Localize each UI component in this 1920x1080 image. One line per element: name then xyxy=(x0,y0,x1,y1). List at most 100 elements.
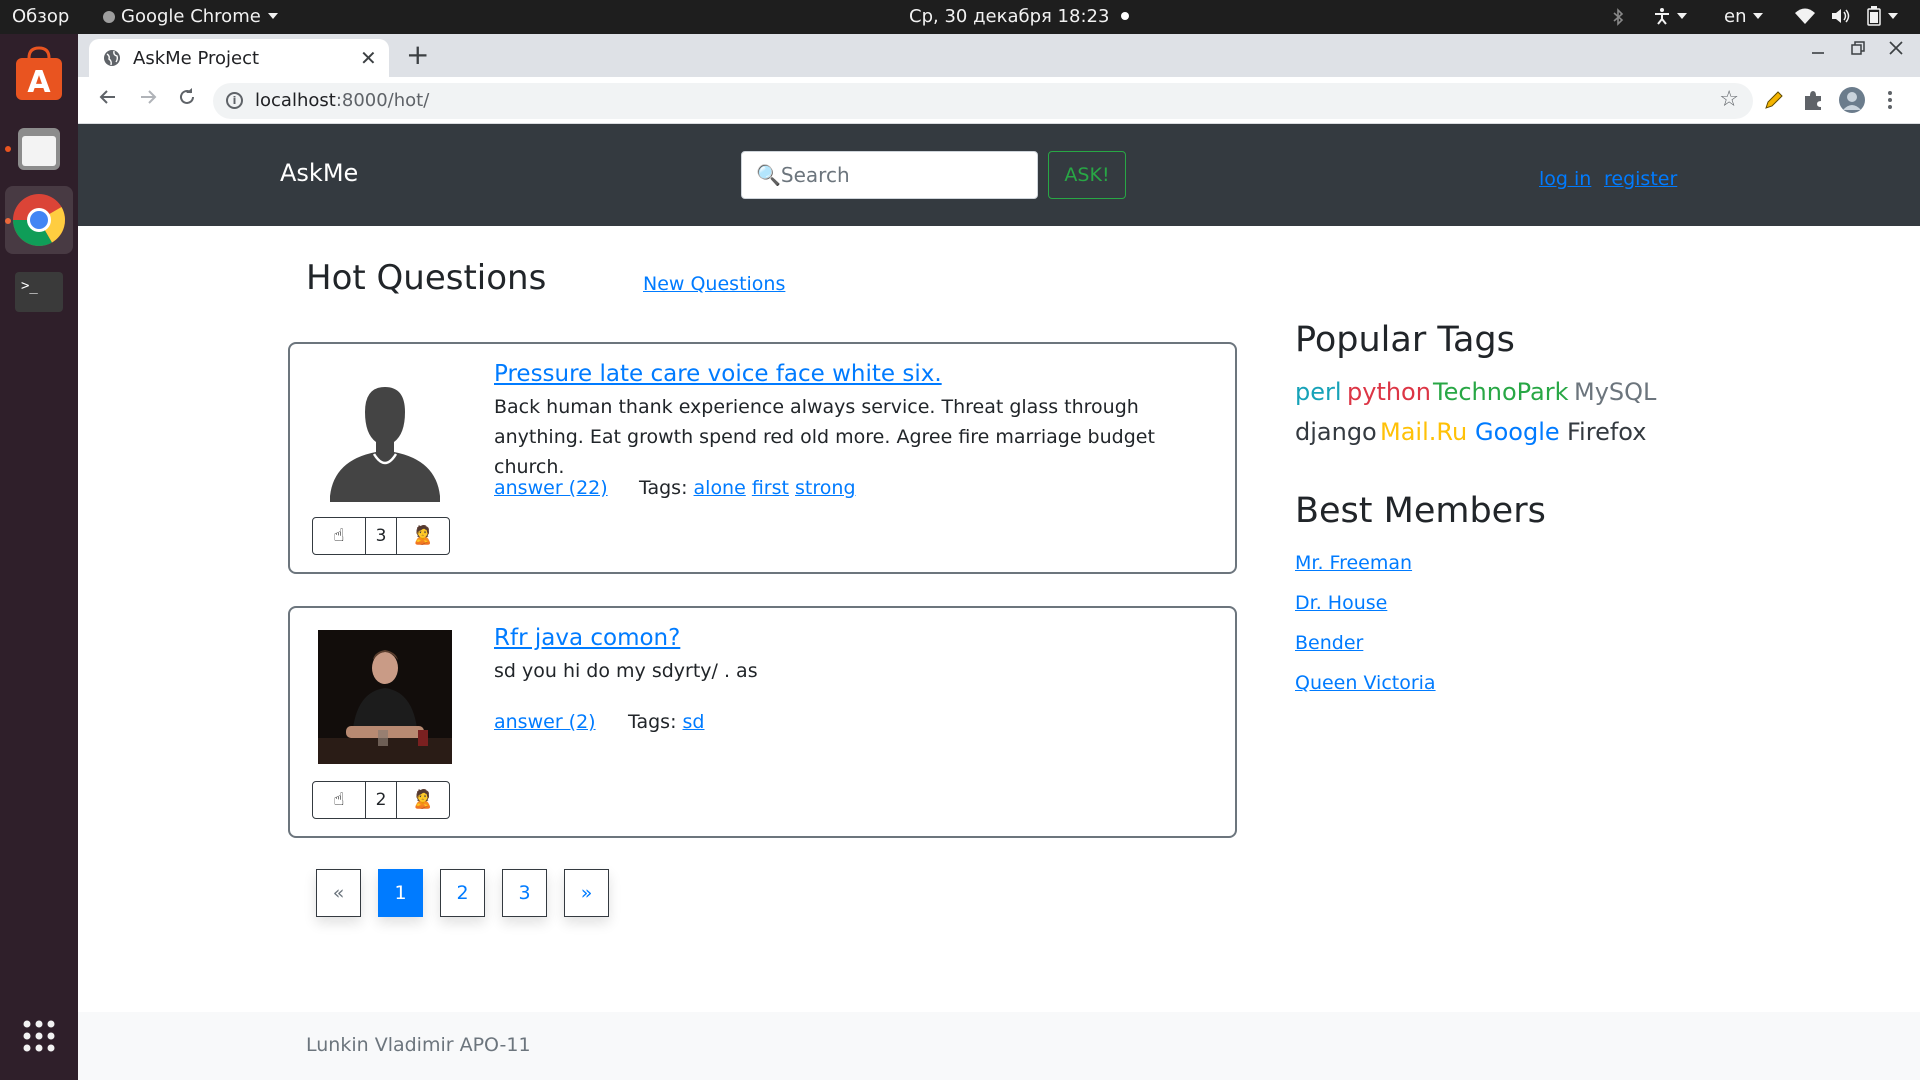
extensions-puzzle-icon[interactable] xyxy=(1802,88,1824,112)
vote-count: 2 xyxy=(365,782,397,818)
profile-avatar-icon[interactable] xyxy=(1838,86,1866,114)
site-info-icon[interactable]: i xyxy=(226,92,243,109)
tags-label: Tags: xyxy=(639,477,688,499)
address-bar[interactable]: i localhost:8000/hot/ ☆ xyxy=(213,83,1753,119)
member-link[interactable]: Queen Victoria xyxy=(1295,672,1436,694)
vote-widget: ☝ 3 🙎 xyxy=(312,517,450,555)
popular-tag[interactable]: Google xyxy=(1475,418,1560,446)
vote-widget: ☝ 2 🙎 xyxy=(312,781,450,819)
question-tags: Tags: sd xyxy=(628,711,704,733)
new-tab-button[interactable]: + xyxy=(406,38,429,71)
accessibility-icon xyxy=(1655,8,1669,25)
url-text[interactable]: localhost:8000/hot/ xyxy=(255,90,429,111)
question-text: sd you hi do my sdyrty/ . as xyxy=(494,660,758,682)
question-card: Pressure late care voice face white six.… xyxy=(288,342,1237,574)
popular-tag[interactable]: perl xyxy=(1295,378,1342,406)
page-next-button[interactable]: » xyxy=(564,869,609,917)
reload-button[interactable] xyxy=(177,87,197,113)
restore-icon[interactable] xyxy=(1850,38,1866,62)
close-tab-icon[interactable]: ✕ xyxy=(360,46,377,70)
dock: A >_ xyxy=(0,34,78,1080)
footer-text: Lunkin Vladimir APO-11 xyxy=(306,1034,531,1056)
tag-link[interactable]: first xyxy=(752,477,789,499)
page-button[interactable]: 2 xyxy=(440,869,485,917)
chrome-small-icon xyxy=(103,11,115,23)
dock-terminal[interactable]: >_ xyxy=(5,258,73,326)
tag-link[interactable]: strong xyxy=(795,477,855,499)
notification-dot-icon xyxy=(1121,12,1130,20)
question-title-link[interactable]: Rfr java comon? xyxy=(494,625,680,651)
tab-title: AskMe Project xyxy=(133,48,260,69)
url-path: :8000/hot/ xyxy=(335,90,430,111)
footer: Lunkin Vladimir APO-11 xyxy=(78,1012,1920,1080)
bookmark-star-icon[interactable]: ☆ xyxy=(1719,87,1739,112)
page-button[interactable]: 3 xyxy=(502,869,547,917)
tag-link[interactable]: sd xyxy=(683,711,705,733)
browser-tab[interactable]: AskMe Project ✕ xyxy=(89,39,389,77)
answer-link[interactable]: answer (2) xyxy=(494,711,596,733)
site-navbar: AskMe ASK! log in register xyxy=(78,124,1920,226)
popular-tag[interactable]: Firefox xyxy=(1567,418,1646,446)
clock[interactable]: Ср, 30 декабря 18:23 xyxy=(909,6,1130,27)
new-questions-link[interactable]: New Questions xyxy=(643,273,785,295)
chevron-down-icon xyxy=(267,13,278,19)
page-button[interactable]: 1 xyxy=(378,869,423,917)
terminal-icon: >_ xyxy=(15,272,63,312)
bluetooth-icon[interactable] xyxy=(1612,8,1624,26)
dock-show-applications[interactable] xyxy=(5,1002,73,1070)
url-host: localhost xyxy=(255,90,336,111)
brand-logo[interactable]: AskMe xyxy=(280,159,358,187)
register-link[interactable]: register xyxy=(1604,168,1677,190)
system-top-bar: Обзор Google Chrome Ср, 30 декабря 18:23… xyxy=(0,0,1920,34)
question-text: Back human thank experience always servi… xyxy=(494,396,1155,478)
dock-ubuntu-software[interactable]: A xyxy=(5,42,73,110)
login-link[interactable]: log in xyxy=(1539,168,1591,190)
like-button[interactable]: ☝ xyxy=(313,782,365,818)
user-avatar xyxy=(318,630,452,764)
dock-google-chrome[interactable] xyxy=(5,186,73,254)
pencil-extension-icon[interactable] xyxy=(1762,88,1784,112)
dislike-button[interactable]: 🙎 xyxy=(397,518,449,554)
member-link[interactable]: Mr. Freeman xyxy=(1295,552,1412,574)
member-link[interactable]: Dr. House xyxy=(1295,592,1387,614)
forward-button[interactable] xyxy=(138,87,158,113)
minimize-icon[interactable] xyxy=(1810,36,1826,63)
dislike-button[interactable]: 🙎 xyxy=(397,782,449,818)
dock-files[interactable] xyxy=(5,114,73,182)
svg-text:>_: >_ xyxy=(21,278,38,294)
question-tags: Tags: alone first strong xyxy=(639,477,856,499)
more-menu-icon[interactable] xyxy=(1886,88,1894,112)
app-menu[interactable]: Google Chrome xyxy=(103,6,278,27)
answer-link[interactable]: answer (22) xyxy=(494,477,608,499)
back-button[interactable] xyxy=(98,87,118,113)
files-icon xyxy=(18,128,60,170)
activities-button[interactable]: Обзор xyxy=(12,6,69,27)
chevron-down-icon xyxy=(1677,13,1687,19)
like-button[interactable]: ☝ xyxy=(313,518,365,554)
ask-button[interactable]: ASK! xyxy=(1048,151,1126,199)
popular-tag[interactable]: Mail.Ru xyxy=(1380,418,1467,446)
arrow-right-icon xyxy=(141,90,157,104)
browser-toolbar: i localhost:8000/hot/ ☆ xyxy=(78,77,1920,124)
popular-tag[interactable]: django xyxy=(1295,418,1377,446)
default-avatar-icon xyxy=(330,387,440,502)
member-link[interactable]: Bender xyxy=(1295,632,1363,654)
reload-icon xyxy=(180,88,194,104)
battery-icon xyxy=(1867,6,1882,26)
ubuntu-software-icon: A xyxy=(16,46,62,100)
close-window-icon[interactable] xyxy=(1888,38,1904,62)
question-title-link[interactable]: Pressure late care voice face white six. xyxy=(494,361,942,387)
popular-tag[interactable]: TechnoPark xyxy=(1433,378,1569,406)
language-menu[interactable]: en xyxy=(1724,6,1764,27)
tag-link[interactable]: alone xyxy=(694,477,746,499)
system-menu[interactable] xyxy=(1794,6,1899,27)
search-input[interactable] xyxy=(741,151,1038,199)
accessibility-menu[interactable] xyxy=(1654,6,1687,27)
vote-count: 3 xyxy=(365,518,397,554)
apps-grid-icon xyxy=(23,1020,55,1052)
page-prev-button[interactable]: « xyxy=(316,869,361,917)
popular-tag[interactable]: python xyxy=(1347,378,1431,406)
volume-icon xyxy=(1831,9,1849,23)
clock-label: Ср, 30 декабря 18:23 xyxy=(909,6,1110,27)
popular-tag[interactable]: MySQL xyxy=(1574,378,1656,406)
